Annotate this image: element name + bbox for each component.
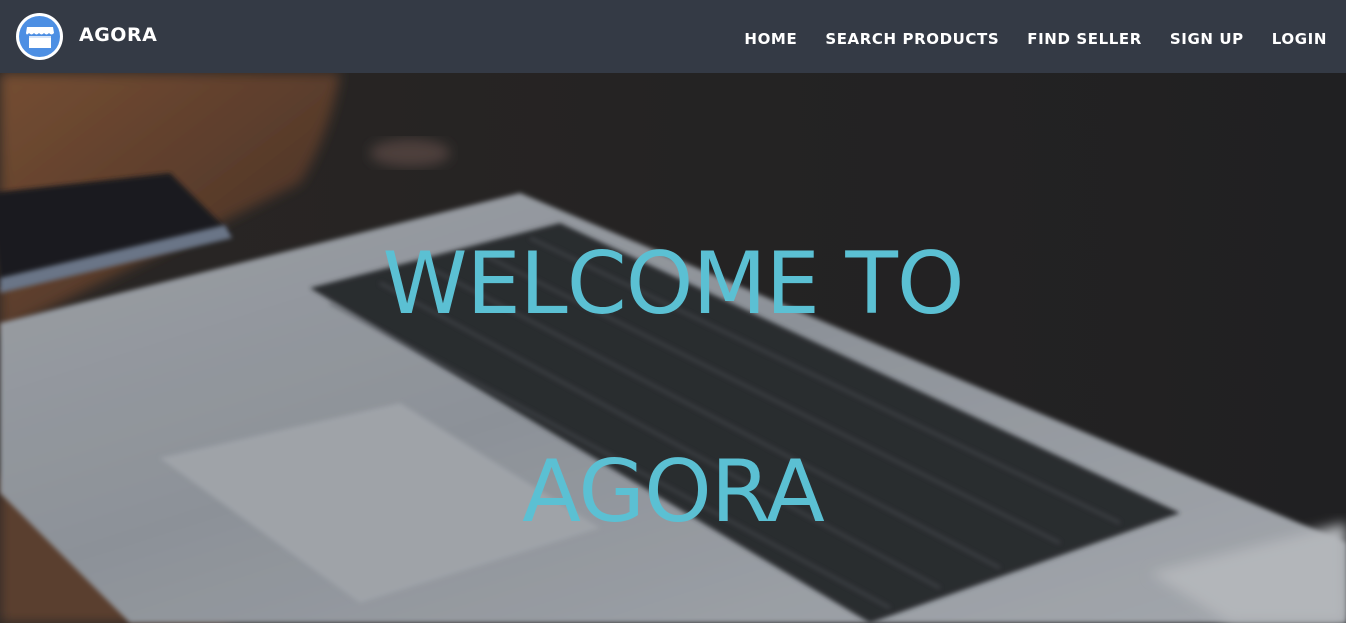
brand-link[interactable]: AGORA	[16, 12, 157, 61]
main-nav: HOME SEARCH PRODUCTS FIND SELLER SIGN UP…	[744, 30, 1327, 48]
nav-login[interactable]: LOGIN	[1272, 30, 1327, 48]
top-navbar: AGORA HOME SEARCH PRODUCTS FIND SELLER S…	[0, 0, 1346, 73]
nav-home[interactable]: HOME	[744, 30, 797, 48]
hero-title-line1: WELCOME TO	[382, 233, 964, 334]
brand-name: AGORA	[79, 24, 158, 46]
page: AGORA HOME SEARCH PRODUCTS FIND SELLER S…	[0, 0, 1346, 623]
brand-logo	[16, 13, 63, 60]
hero-title-line2: AGORA	[522, 441, 825, 542]
hero-section: WELCOME TO AGORA	[0, 73, 1346, 623]
nav-sign-up[interactable]: SIGN UP	[1170, 30, 1244, 48]
nav-search-products[interactable]: SEARCH PRODUCTS	[825, 30, 999, 48]
storefront-icon	[19, 16, 60, 57]
nav-find-seller[interactable]: FIND SELLER	[1027, 30, 1142, 48]
